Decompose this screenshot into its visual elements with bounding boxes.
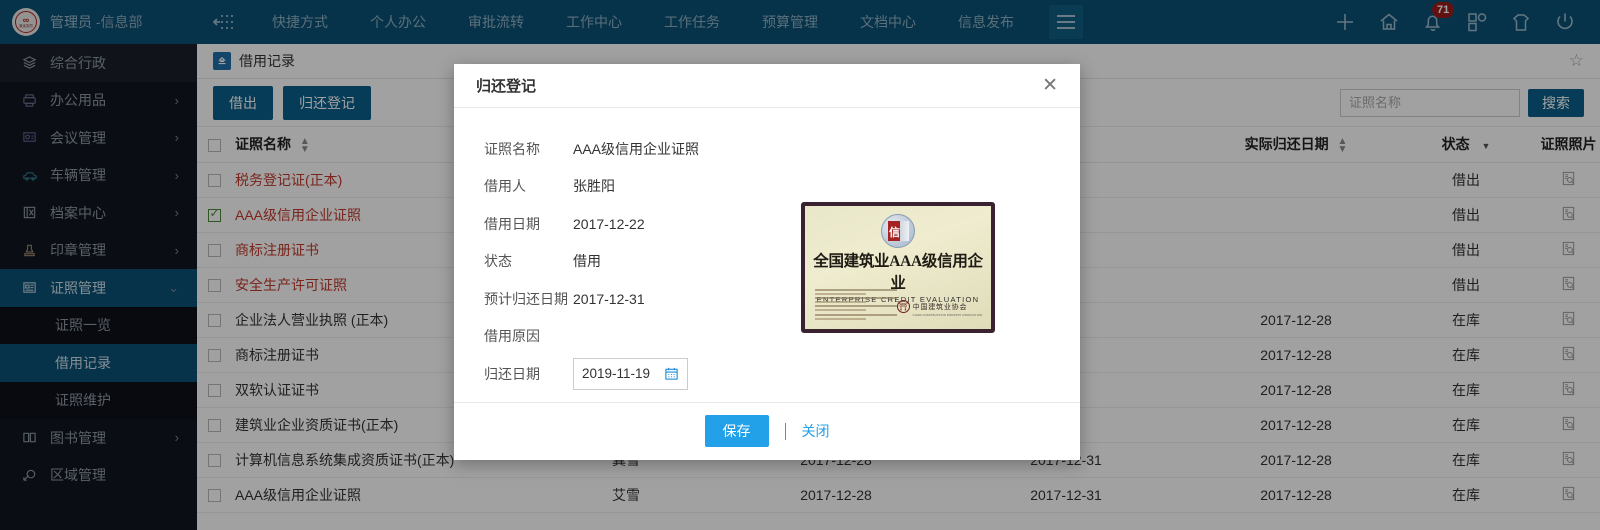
- certificate-association: ⛩ 中国建筑业协会 CHINA CONSTRUCTION INDUSTRY AS…: [896, 296, 982, 317]
- footer-divider: [784, 422, 786, 440]
- field-label: 状态: [484, 253, 512, 270]
- calendar-icon[interactable]: [664, 366, 679, 381]
- field-label: 借用原因: [484, 328, 540, 345]
- field-row-return-date: 归还日期 2019-11-19: [470, 355, 1080, 393]
- field-value: 借用: [573, 253, 601, 270]
- certificate-photo: 信 全国建筑业AAA级信用企业 ENTERPRISE CREDIT EVALUA…: [801, 202, 995, 333]
- dialog-title: 归还登记: [476, 78, 537, 95]
- dialog-body: 证照名称 AAA级信用企业证照 借用人 张胜阳 借用日期 2017-12-22 …: [454, 108, 1080, 402]
- field-row-borrower: 借用人 张胜阳: [470, 168, 1080, 206]
- association-name-en: CHINA CONSTRUCTION INDUSTRY ASSOCIATION: [912, 314, 982, 317]
- close-button[interactable]: 关闭: [802, 421, 830, 441]
- field-value: 2017-12-31: [573, 290, 645, 307]
- return-date-value: 2019-11-19: [582, 366, 651, 382]
- dialog-footer: 保存 关闭: [454, 402, 1080, 459]
- field-row-certificate-name: 证照名称 AAA级信用企业证照: [470, 130, 1080, 168]
- field-value: 2017-12-22: [573, 215, 645, 232]
- field-label: 预计归还日期: [484, 290, 568, 307]
- certificate-title: 全国建筑业AAA级信用企业: [813, 253, 983, 292]
- close-icon[interactable]: ✕: [1042, 76, 1058, 95]
- association-name: 中国建筑业协会: [912, 303, 968, 311]
- field-value: 张胜阳: [573, 178, 615, 195]
- return-register-dialog: 归还登记 ✕ 证照名称 AAA级信用企业证照 借用人 张胜阳 借用日期 2017…: [454, 64, 1080, 460]
- field-label: 证照名称: [484, 140, 540, 157]
- app-root: ∞ 致远协同 管理员 -信息部 快捷方式 个人办公 审批流转 工作中心 工作任务…: [0, 0, 1600, 530]
- certificate-seal-icon: 信: [881, 214, 915, 248]
- return-date-input[interactable]: 2019-11-19: [573, 357, 688, 390]
- field-label: 归还日期: [484, 365, 540, 382]
- field-label: 借用人: [484, 178, 526, 195]
- save-button[interactable]: 保存: [704, 415, 769, 447]
- dialog-header: 归还登记 ✕: [454, 64, 1080, 108]
- association-emblem-icon: ⛩: [896, 300, 910, 313]
- field-label: 借用日期: [484, 215, 540, 232]
- certificate-meta-lines: [815, 288, 897, 323]
- field-value: AAA级信用企业证照: [573, 140, 700, 157]
- seal-character: 信: [889, 227, 900, 239]
